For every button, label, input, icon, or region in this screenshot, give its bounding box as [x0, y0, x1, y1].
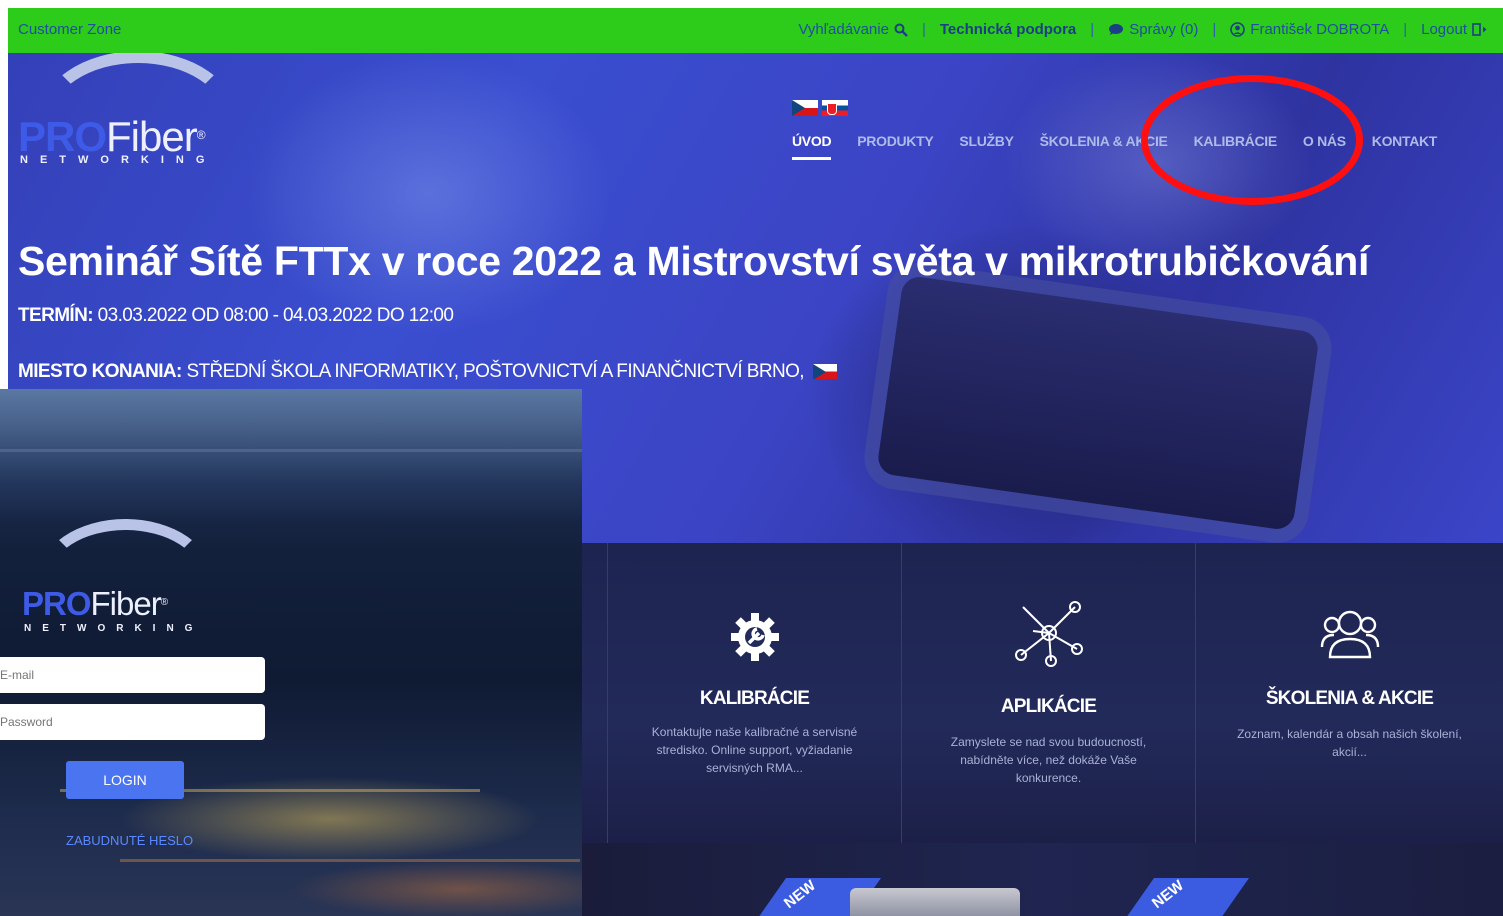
nav-item-uvod[interactable]: ÚVOD [792, 133, 832, 160]
product-image[interactable] [850, 888, 1020, 916]
search-icon [894, 23, 908, 37]
gear-wrench-icon [730, 613, 779, 661]
new-badge-label: NEW [780, 877, 819, 912]
feature-card-aplikacie[interactable]: APLIKÁCIE Zamyslete se nad svou budoucno… [901, 543, 1195, 843]
search-link-label: Vyhľadávanie [798, 21, 889, 38]
user-link[interactable]: František DOBROTA [1230, 21, 1389, 38]
user-link-label: František DOBROTA [1250, 21, 1390, 38]
event-date-label: TERMÍN: [18, 305, 94, 326]
language-switcher [792, 100, 848, 116]
login-button[interactable]: LOGIN [66, 761, 184, 799]
hero-title: Seminář Sítě FTTx v roce 2022 a Mistrovs… [18, 238, 1370, 284]
feature-card-skolenia[interactable]: ŠKOLENIA & AKCIE Zoznam, kalendár a obsa… [1195, 543, 1503, 843]
logout-link[interactable]: Logout [1421, 21, 1487, 38]
top-links: Vyhľadávanie | Technická podpora | Správ… [798, 21, 1487, 38]
separator: | [921, 21, 926, 38]
email-field[interactable] [0, 657, 265, 693]
features-band: KALIBRÁCIE Kontaktujte naše kalibračné a… [582, 543, 1503, 843]
forgot-password-link[interactable]: ZABUDNUTÉ HESLO [66, 833, 193, 848]
team-icon [1320, 610, 1379, 659]
highlight-circle-annotation [1141, 75, 1363, 205]
feature-desc: Zoznam, kalendár a obsah našich školení,… [1237, 727, 1462, 759]
flag-cz[interactable] [792, 100, 818, 116]
support-link[interactable]: Technická podpora [940, 21, 1076, 38]
separator: | [1212, 21, 1217, 38]
nav-item-produkty[interactable]: PRODUKTY [857, 133, 933, 149]
feature-title: ŠKOLENIA & AKCIE [1265, 688, 1434, 709]
logo-reg: ® [160, 597, 168, 608]
nav-item-kontakt[interactable]: KONTAKT [1372, 133, 1438, 149]
logo-pro: PRO [22, 585, 92, 622]
logo-pro: PRO [18, 113, 107, 160]
separator: | [1090, 21, 1095, 38]
user-icon [1230, 22, 1246, 37]
flag-sk[interactable] [822, 100, 848, 116]
network-icon [1014, 601, 1083, 667]
feature-title: KALIBRÁCIE [699, 688, 810, 709]
venue-flag-cz [812, 364, 837, 379]
new-badge-label: NEW [1148, 877, 1187, 912]
site-logo[interactable]: PROFiber® NETWORKING [18, 53, 258, 168]
logo-fiber: Fiber [90, 585, 162, 622]
password-field[interactable] [0, 704, 265, 740]
chat-icon [1109, 24, 1124, 35]
separator: | [1403, 21, 1408, 38]
top-bar: Customer Zone Vyhľadávanie | Technická p… [8, 8, 1503, 53]
logo-networking: NETWORKING [20, 154, 217, 166]
login-logo: PROFiber® NETWORKING [22, 519, 242, 634]
search-link[interactable]: Vyhľadávanie [798, 21, 908, 38]
products-strip: NEW NEW [582, 843, 1503, 916]
event-venue: MIESTO KONANIA: STŘEDNÍ ŠKOLA INFORMATIK… [18, 361, 837, 383]
nav-item-sluzby[interactable]: SLUŽBY [959, 133, 1014, 149]
messages-link[interactable]: Správy (0) [1108, 21, 1198, 38]
event-venue-value: STŘEDNÍ ŠKOLA INFORMATIKY, POŠTOVNICTVÍ … [186, 361, 804, 382]
messages-link-label: Správy (0) [1129, 21, 1199, 38]
logo-wordmark: PROFiber® [22, 585, 168, 623]
new-badge: NEW [1125, 877, 1250, 916]
feature-title: APLIKÁCIE [1000, 696, 1097, 717]
event-venue-label: MIESTO KONANIA: [18, 361, 182, 382]
hero-device-image [876, 274, 1320, 532]
logo-fiber: Fiber [106, 113, 198, 160]
event-date-value: 03.03.2022 OD 08:00 - 04.03.2022 DO 12:0… [97, 305, 454, 326]
feature-desc: Kontaktujte naše kalibračné a servisné s… [651, 725, 858, 775]
logout-link-label: Logout [1421, 21, 1467, 38]
feature-card-kalibracie[interactable]: KALIBRÁCIE Kontaktujte naše kalibračné a… [607, 543, 901, 843]
background-streak [120, 859, 580, 862]
login-panel: PROFiber® NETWORKING LOGIN ZABUDNUTÉ HES… [0, 389, 582, 916]
logout-icon [1472, 23, 1487, 36]
feature-desc: Zamyslete se nad svou budoucností, nabíd… [950, 735, 1147, 785]
logo-reg: ® [196, 128, 206, 142]
logo-networking: NETWORKING [24, 623, 204, 634]
customer-zone-label: Customer Zone [18, 21, 122, 38]
background-streak [0, 449, 582, 452]
event-date: TERMÍN: 03.03.2022 OD 08:00 - 04.03.2022… [18, 305, 454, 327]
